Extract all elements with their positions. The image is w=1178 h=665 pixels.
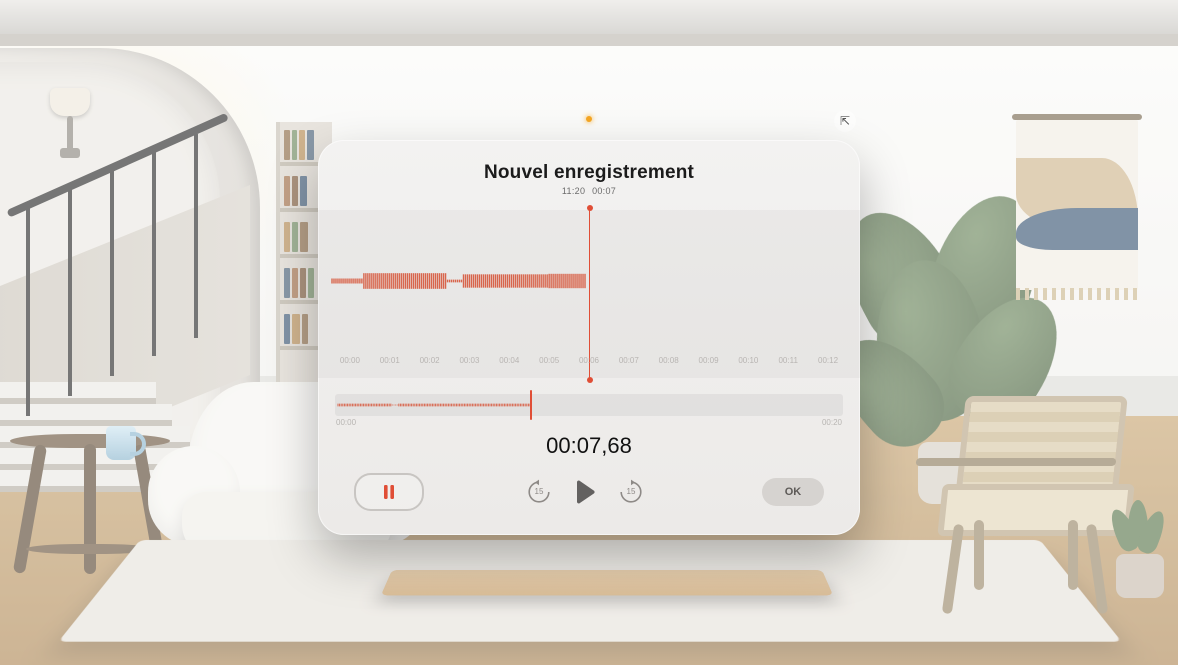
- overview-start-label: 00:00: [336, 418, 356, 427]
- play-button[interactable]: [574, 480, 596, 504]
- move-icon: ⇱: [840, 114, 850, 128]
- overview-playhead: [530, 390, 532, 420]
- recording-title: Nouvel enregistrement: [484, 162, 694, 184]
- transport-controls: 15 15 OK: [318, 473, 860, 511]
- skip-back-button[interactable]: 15: [526, 479, 552, 505]
- overview-end-label: 00:20: [822, 418, 842, 427]
- waveform-overview[interactable]: [335, 394, 843, 416]
- focus-indicator-dot: [586, 116, 592, 122]
- timeline-ticks: 00:0000:0100:0200:0300:0400:0500:0600:07…: [330, 356, 848, 378]
- waveform-area[interactable]: 00:0000:0100:0200:0300:0400:0500:0600:07…: [318, 210, 860, 378]
- ok-button[interactable]: OK: [762, 478, 824, 506]
- elapsed-time: 00:07,68: [546, 433, 632, 459]
- overview-labels: 00:00 00:20: [336, 418, 842, 427]
- pause-icon: [381, 484, 397, 500]
- waveform-large: [330, 210, 848, 352]
- skip-forward-button[interactable]: 15: [618, 479, 644, 505]
- voice-memo-panel: Nouvel enregistrement 11:20 00:07 00:000…: [318, 140, 860, 535]
- pause-button[interactable]: [354, 473, 424, 511]
- recording-subtitle: 11:20 00:07: [562, 186, 616, 196]
- play-icon: [574, 480, 596, 504]
- window-move-control[interactable]: ⇱: [834, 110, 856, 132]
